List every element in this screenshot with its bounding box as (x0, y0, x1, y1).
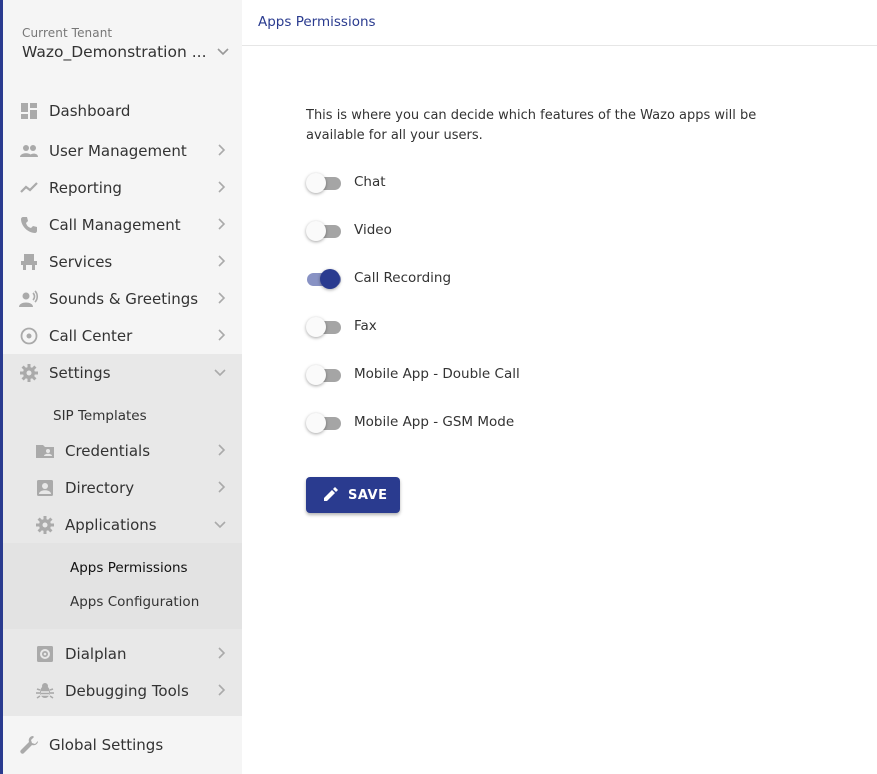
sidebar-item-label: Applications (65, 515, 157, 534)
call-recording-toggle[interactable] (306, 269, 342, 289)
chevron-right-icon (218, 218, 226, 230)
sidebar-item-label: Global Settings (49, 735, 164, 754)
chevron-down-icon[interactable] (217, 48, 229, 56)
sidebar-item-user-management[interactable]: User Management (3, 132, 242, 169)
chevron-right-icon (218, 292, 226, 304)
sidebar-item-directory[interactable]: Directory (3, 469, 242, 506)
sidebar-item-label: Sounds & Greetings (49, 289, 199, 308)
sidebar-item-reporting[interactable]: Reporting (3, 169, 242, 206)
sidebar-item-label: Reporting (49, 178, 122, 197)
sidebar-item-label: Credentials (65, 441, 151, 460)
permission-label: Fax (354, 318, 377, 334)
permission-row-gsm-mode: Mobile App - GSM Mode (306, 411, 706, 435)
wrench-icon (20, 736, 38, 754)
services-icon (21, 254, 37, 270)
permission-label: Mobile App - Double Call (354, 366, 520, 382)
intro-text: This is where you can decide which featu… (306, 108, 757, 143)
gear-icon (20, 364, 38, 382)
permission-label: Video (354, 222, 392, 238)
sidebar-item-services[interactable]: Services (3, 243, 242, 280)
dialplan-icon (37, 646, 53, 662)
sidebar-item-settings[interactable]: Settings (3, 354, 242, 391)
chevron-right-icon (218, 684, 226, 696)
sidebar-item-sip-templates[interactable]: SIP Templates (53, 408, 147, 424)
permission-row-call-recording: Call Recording (306, 267, 706, 291)
sidebar-item-apps-configuration[interactable]: Apps Configuration (70, 594, 199, 610)
permission-row-video: Video (306, 219, 706, 243)
sidebar-item-apps-permissions[interactable]: Apps Permissions (70, 560, 188, 576)
chevron-down-icon (214, 521, 226, 529)
breadcrumb[interactable]: Apps Permissions (258, 14, 376, 30)
pencil-icon (324, 487, 338, 501)
tenant-selector[interactable]: Current Tenant Wazo_Demonstration ... (22, 26, 237, 61)
speaking-user-icon (19, 290, 39, 307)
save-button-label: SAVE (348, 488, 388, 503)
sidebar-item-sounds-greetings[interactable]: Sounds & Greetings (3, 280, 242, 317)
sidebar-item-label: Dashboard (49, 101, 131, 120)
users-icon (20, 145, 38, 157)
contact-card-icon (37, 480, 53, 496)
gsm-mode-toggle[interactable] (306, 413, 342, 433)
chevron-right-icon (218, 329, 226, 341)
sidebar-item-credentials[interactable]: Credentials (3, 432, 242, 469)
fax-toggle[interactable] (306, 317, 342, 337)
sidebar: Current Tenant Wazo_Demonstration ... Da… (0, 0, 242, 774)
video-toggle[interactable] (306, 221, 342, 241)
permission-row-fax: Fax (306, 315, 706, 339)
sidebar-item-label: Services (49, 252, 113, 271)
permission-label: Mobile App - GSM Mode (354, 414, 515, 430)
sidebar-item-debugging-tools[interactable]: Debugging Tools (3, 672, 242, 709)
sidebar-item-applications[interactable]: Applications (3, 506, 242, 543)
applications-group (3, 543, 242, 629)
sidebar-item-label: User Management (49, 141, 187, 160)
phone-icon (21, 217, 37, 233)
sidebar-item-label: Dialplan (65, 644, 127, 663)
permission-label: Call Recording (354, 270, 452, 286)
call-center-icon (20, 327, 38, 345)
sidebar-item-call-center[interactable]: Call Center (3, 317, 242, 354)
folder-user-icon (36, 445, 54, 458)
sidebar-item-label: Debugging Tools (65, 681, 189, 700)
double-call-toggle[interactable] (306, 365, 342, 385)
sidebar-item-label: Directory (65, 478, 135, 497)
bug-icon (36, 683, 54, 699)
save-button[interactable]: SAVE (306, 477, 400, 513)
chevron-right-icon (218, 481, 226, 493)
chat-toggle[interactable] (306, 173, 342, 193)
gear-icon (36, 516, 54, 534)
permission-row-double-call: Mobile App - Double Call (306, 363, 706, 387)
page-header: Apps Permissions (242, 0, 877, 46)
sidebar-item-dashboard[interactable]: Dashboard (3, 92, 242, 129)
permission-label: Chat (354, 174, 386, 190)
tenant-label: Current Tenant (22, 26, 113, 40)
tenant-name[interactable]: Wazo_Demonstration ... (22, 43, 237, 61)
sidebar-item-global-settings[interactable]: Global Settings (3, 726, 242, 763)
chevron-right-icon (218, 144, 226, 156)
sidebar-item-label: Call Management (49, 215, 181, 234)
chevron-right-icon (218, 444, 226, 456)
trending-icon (20, 182, 38, 193)
sidebar-item-label: Settings (49, 363, 111, 382)
sidebar-item-call-management[interactable]: Call Management (3, 206, 242, 243)
chevron-down-icon (214, 369, 226, 377)
chevron-right-icon (218, 255, 226, 267)
permission-row-chat: Chat (306, 171, 706, 195)
chevron-right-icon (218, 181, 226, 193)
chevron-right-icon (218, 647, 226, 659)
sidebar-item-dialplan[interactable]: Dialplan (3, 635, 242, 672)
dashboard-icon (21, 103, 37, 119)
sidebar-item-label: Call Center (49, 326, 133, 345)
